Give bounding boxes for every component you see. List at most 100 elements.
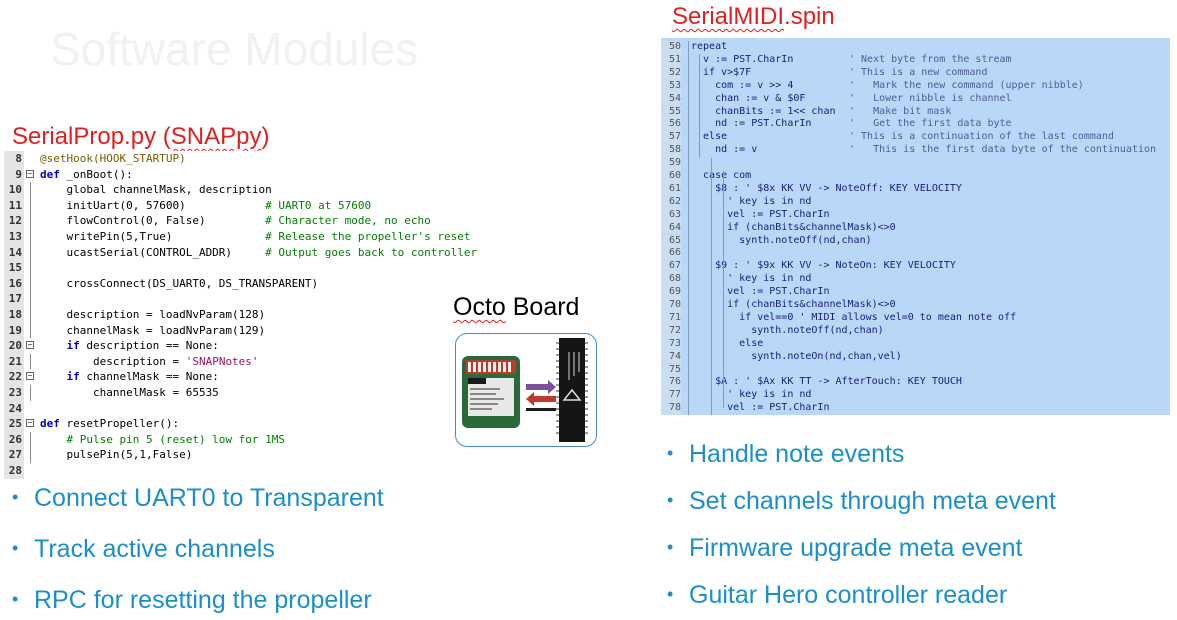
- line-number: 77: [661, 389, 681, 403]
- bullet-text: Guitar Hero controller reader: [689, 581, 1008, 609]
- code-text: else: [691, 337, 764, 349]
- slide-ghost-title: Software Modules: [50, 23, 419, 75]
- exchange-arrows-icon: [526, 380, 556, 411]
- code-text: initUart(0, 57600) # UART0 at 57600: [40, 198, 371, 214]
- code-line: 15: [4, 260, 501, 276]
- line-number: 53: [661, 79, 681, 93]
- code-line: 25− def resetPropeller():: [4, 416, 501, 432]
- octo-board-illustration: [462, 338, 588, 442]
- line-number: 62: [661, 195, 681, 209]
- line-number: 18: [4, 307, 24, 323]
- code-line: 75: [661, 363, 1170, 377]
- fold-guide: [26, 463, 36, 479]
- block-guide: [699, 54, 700, 158]
- code-line: 67 $9 : ' $9x KK VV -> NoteOn: KEY VELOC…: [661, 260, 1170, 274]
- octo-board-image: [455, 333, 597, 447]
- code-token: global channelMask, description: [40, 183, 272, 197]
- line-number: 67: [661, 260, 681, 274]
- code-line: 21 description = 'SNAPNotes': [4, 353, 501, 370]
- code-token: # Output goes back to controller: [265, 245, 478, 259]
- rf-engine-label: [468, 378, 486, 384]
- code-text: repeat: [691, 41, 728, 52]
- code-token: 'SNAPNotes': [185, 354, 259, 368]
- code-line: 58 nd := v ' This is the first data byte …: [661, 144, 1170, 158]
- code-line: 55 chanBits := 1<< chan ' Make bit mask: [661, 105, 1170, 119]
- code-token: # Character mode, no echo: [265, 214, 431, 228]
- line-number: 52: [661, 66, 681, 80]
- code-text: com := v >> 4: [691, 79, 794, 91]
- code-line: 62 ' key is in nd: [661, 195, 1170, 209]
- code-line: 64 if (chanBits&channelMask)<>0: [661, 221, 1170, 235]
- line-number: 13: [4, 229, 24, 245]
- code-text: case com: [691, 170, 752, 181]
- code-line: 20− if description == None:: [4, 338, 501, 354]
- line-number: 54: [661, 92, 681, 106]
- bullet-text: Firmware upgrade meta event: [689, 534, 1023, 562]
- line-number: 56: [661, 118, 681, 132]
- code-comment: ' This is a continuation of the last com…: [849, 131, 1114, 143]
- code-line: 60 case com: [661, 170, 1170, 183]
- serialprop-title-close: ): [261, 123, 270, 150]
- code-line: 52 if v>$7F ' This is a new command: [661, 66, 1170, 80]
- code-comment: ' Mark the new command (upper nibble): [849, 79, 1084, 91]
- right-bullet-4: • Guitar Hero controller reader: [667, 581, 1008, 609]
- code-token: # Release the propeller's reset: [265, 230, 471, 243]
- line-number: 16: [4, 275, 24, 292]
- fold-guide: [26, 401, 36, 417]
- code-text: crossConnect(DS_UART0, DS_TRANSPARENT): [40, 276, 318, 292]
- code-line: 12 flowControl(0, False) # Character mod…: [4, 213, 501, 229]
- fold-guide: [26, 353, 36, 370]
- code-text: channelMask = 65535: [40, 385, 219, 401]
- fold-toggle-icon[interactable]: −: [26, 167, 36, 183]
- block-guide: [723, 171, 724, 408]
- fold-guide: [26, 182, 36, 198]
- code-text: def _onBoot():: [40, 167, 133, 183]
- code-token: # Pulse pin 5 (reset) low for 1MS: [40, 432, 286, 446]
- code-token: description == None:: [79, 339, 219, 353]
- code-line: 10 global channelMask, description: [4, 182, 501, 198]
- line-number: 58: [661, 144, 681, 158]
- bullet-text: Connect UART0 to Transparent: [34, 484, 384, 512]
- code-text: ' key is in nd: [691, 195, 812, 207]
- left-bullet-3: • RPC for resetting the propeller: [12, 586, 372, 614]
- code-token: channelMask = loadNvParam(129): [40, 323, 266, 337]
- serialmidi-title: SerialMIDI.spin: [672, 3, 835, 31]
- line-number: 50: [661, 41, 681, 54]
- code-line: 17: [4, 291, 501, 307]
- code-line: 16 crossConnect(DS_UART0, DS_TRANSPARENT…: [4, 275, 501, 292]
- code-line: 69 vel := PST.CharIn: [661, 286, 1170, 299]
- line-number: 17: [4, 291, 24, 307]
- fold-guide: [26, 244, 36, 261]
- code-token: description =: [40, 354, 186, 368]
- code-token: _onBoot():: [59, 167, 133, 181]
- fold-guide: [26, 431, 36, 448]
- line-number: 68: [661, 273, 681, 287]
- fold-toggle-icon[interactable]: −: [26, 369, 36, 385]
- line-number: 15: [4, 260, 24, 276]
- fold-toggle-icon[interactable]: −: [26, 338, 36, 354]
- code-line: 57 else ' This is a continuation of the l…: [661, 131, 1170, 145]
- code-line: 11 initUart(0, 57600) # UART0 at 57600: [4, 197, 501, 214]
- code-comment: ' Next byte from the stream: [849, 53, 1012, 65]
- code-token: channelMask == None:: [79, 370, 219, 384]
- code-line: 74 synth.noteOn(nd,chan,vel): [661, 350, 1170, 364]
- code-text: if vel==0 ' MIDI allows vel=0 to mean no…: [691, 311, 1017, 323]
- python-code-listing: 8 @setHook(HOOK_STARTUP) 9− def _onBoot(): 1…: [4, 151, 501, 479]
- octo-board-title: Octo Board: [453, 293, 579, 322]
- line-number: 73: [661, 337, 681, 351]
- code-text: if channelMask == None:: [40, 369, 219, 385]
- code-token: flowControl(0, False): [40, 214, 266, 228]
- left-bullet-2: • Track active channels: [12, 535, 275, 563]
- code-token: ucastSerial(CONTROL_ADDR): [40, 245, 266, 259]
- line-number: 9: [4, 166, 24, 183]
- code-line: 61 $8 : ' $8x KK VV -> NoteOff: KEY VELO…: [661, 182, 1170, 196]
- code-text: if description == None:: [40, 338, 219, 354]
- code-token: writePin(5,True): [40, 230, 266, 243]
- code-text: flowControl(0, False) # Character mode, …: [40, 213, 431, 229]
- code-token: def: [40, 167, 60, 181]
- line-number: 12: [4, 213, 24, 229]
- code-line: 65 synth.noteOff(nd,chan): [661, 234, 1170, 248]
- code-line: 68 ' key is in nd: [661, 273, 1170, 287]
- fold-toggle-icon[interactable]: −: [26, 416, 36, 432]
- line-number: 65: [661, 234, 681, 248]
